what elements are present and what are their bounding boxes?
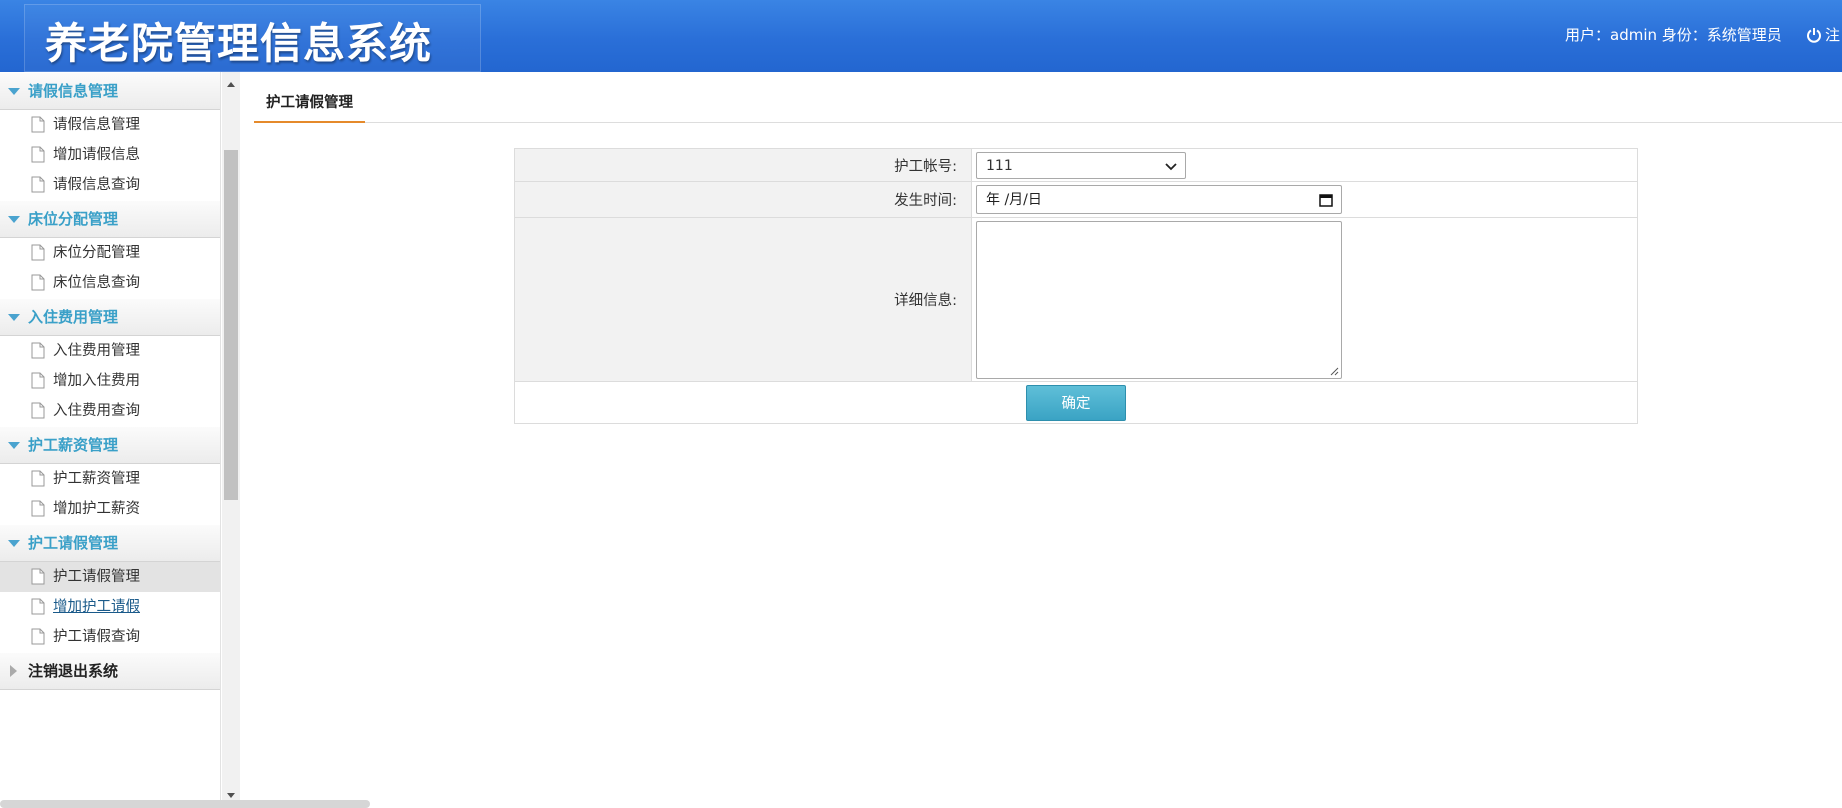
- date-placeholder: 年 /月/日: [986, 192, 1042, 208]
- menu-group-fee[interactable]: 入住费用管理: [0, 298, 220, 336]
- scroll-thumb[interactable]: [224, 150, 238, 500]
- scroll-down-arrow-icon[interactable]: [227, 793, 235, 798]
- menu-item-label: 床位信息查询: [53, 275, 140, 291]
- sidebar-scrollbar[interactable]: [222, 72, 240, 808]
- menu-item-fee-query[interactable]: 入住费用查询: [0, 396, 220, 426]
- menu-item-fee-add[interactable]: 增加入住费用: [0, 366, 220, 396]
- menu-item-label: 请假信息管理: [53, 117, 140, 133]
- tab-bar: 护工请假管理: [254, 88, 1842, 123]
- menu-item-label: 护工薪资管理: [53, 471, 140, 487]
- menu-item-label: 入住费用查询: [53, 403, 140, 419]
- document-icon: [31, 244, 45, 261]
- submit-button[interactable]: 确定: [1026, 384, 1126, 421]
- expand-triangle-icon: [8, 442, 20, 449]
- document-icon: [31, 116, 45, 133]
- menu-group-title: 注销退出系统: [28, 662, 119, 680]
- menu-group-logout[interactable]: 注销退出系统: [0, 652, 220, 690]
- document-icon: [31, 274, 45, 291]
- logout-label: 注: [1825, 26, 1841, 44]
- document-icon: [31, 402, 45, 419]
- expand-triangle-icon: [8, 540, 20, 547]
- app-title: 养老院管理信息系统: [45, 19, 433, 68]
- menu-item-label: 床位分配管理: [53, 245, 140, 261]
- menu-item-caregiver-leave-add[interactable]: 增加护工请假: [0, 592, 220, 622]
- menu-item-caregiver-leave-query[interactable]: 护工请假查询: [0, 622, 220, 652]
- document-icon: [31, 176, 45, 193]
- account-select[interactable]: 111: [976, 151, 1186, 179]
- document-icon: [31, 470, 45, 487]
- menu-group-title: 请假信息管理: [28, 82, 119, 100]
- menu-item-label: 增加护工请假: [53, 599, 140, 615]
- expand-triangle-icon: [8, 88, 20, 95]
- collapsed-triangle-icon: [10, 665, 17, 677]
- horizontal-scrollbar[interactable]: [0, 800, 370, 808]
- account-label: 护工帐号:: [514, 148, 972, 182]
- menu-group-title: 床位分配管理: [28, 210, 119, 228]
- detail-label: 详细信息:: [514, 217, 972, 382]
- menu-group-bed[interactable]: 床位分配管理: [0, 200, 220, 238]
- menu-item-caregiver-leave-manage[interactable]: 护工请假管理: [0, 562, 220, 592]
- document-icon: [31, 568, 45, 585]
- time-label: 发生时间:: [514, 181, 972, 218]
- menu-item-label: 护工请假管理: [53, 569, 140, 585]
- leave-form: 护工帐号: 111 发生时间: 年 /月/日 详细信息: 确定: [514, 148, 1638, 424]
- menu-item-label: 增加入住费用: [53, 373, 140, 389]
- time-date-input[interactable]: 年 /月/日: [976, 185, 1342, 214]
- logout-link[interactable]: 注: [1806, 24, 1840, 45]
- sidebar: 请假信息管理 请假信息管理 增加请假信息 请假信息查询 床位分配管理 床位分配管…: [0, 72, 221, 808]
- account-value: 111: [986, 157, 1013, 174]
- document-icon: [31, 598, 45, 615]
- menu-item-leave-manage[interactable]: 请假信息管理: [0, 110, 220, 140]
- document-icon: [31, 342, 45, 359]
- menu-item-fee-manage[interactable]: 入住费用管理: [0, 336, 220, 366]
- menu-group-salary[interactable]: 护工薪资管理: [0, 426, 220, 464]
- chevron-down-icon: [1165, 162, 1177, 170]
- scroll-up-arrow-icon[interactable]: [227, 82, 235, 87]
- menu-item-bed-query[interactable]: 床位信息查询: [0, 268, 220, 298]
- expand-triangle-icon: [8, 314, 20, 321]
- menu-item-label: 增加护工薪资: [53, 501, 140, 517]
- menu-item-label: 护工请假查询: [53, 629, 140, 645]
- menu-group-title: 入住费用管理: [28, 308, 119, 326]
- menu-item-label: 请假信息查询: [53, 177, 140, 193]
- menu-item-label: 增加请假信息: [53, 147, 140, 163]
- resize-grip-icon[interactable]: [1329, 366, 1339, 376]
- document-icon: [31, 628, 45, 645]
- document-icon: [31, 500, 45, 517]
- detail-textarea[interactable]: [976, 220, 1342, 379]
- menu-item-label: 入住费用管理: [53, 343, 140, 359]
- menu-group-caregiver-leave[interactable]: 护工请假管理: [0, 524, 220, 562]
- power-icon: [1807, 27, 1821, 43]
- menu-group-leave-info[interactable]: 请假信息管理: [0, 72, 220, 110]
- calendar-icon[interactable]: [1319, 193, 1333, 207]
- document-icon: [31, 372, 45, 389]
- tab-caregiver-leave[interactable]: 护工请假管理: [254, 88, 365, 123]
- document-icon: [31, 146, 45, 163]
- expand-triangle-icon: [8, 216, 20, 223]
- user-info: 用户：admin 身份：系统管理员: [1565, 26, 1782, 44]
- menu-group-title: 护工薪资管理: [28, 436, 119, 454]
- menu-group-title: 护工请假管理: [28, 534, 119, 552]
- menu-item-leave-add[interactable]: 增加请假信息: [0, 140, 220, 170]
- menu-item-salary-add[interactable]: 增加护工薪资: [0, 494, 220, 524]
- menu-item-salary-manage[interactable]: 护工薪资管理: [0, 464, 220, 494]
- menu-item-leave-query[interactable]: 请假信息查询: [0, 170, 220, 200]
- menu-item-bed-manage[interactable]: 床位分配管理: [0, 238, 220, 268]
- top-header: 养老院管理信息系统 用户：admin 身份：系统管理员 注: [0, 0, 1842, 72]
